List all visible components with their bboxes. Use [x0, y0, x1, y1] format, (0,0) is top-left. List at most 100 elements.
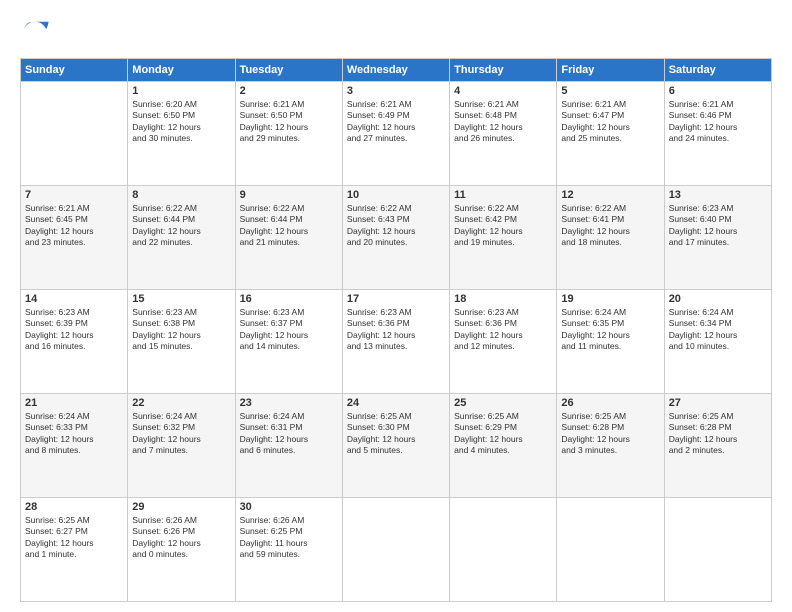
header-friday: Friday	[557, 59, 664, 82]
table-row: 5 Sunrise: 6:21 AMSunset: 6:47 PMDaylight…	[557, 82, 664, 186]
header-monday: Monday	[128, 59, 235, 82]
table-row: 1 Sunrise: 6:20 AMSunset: 6:50 PMDaylight…	[128, 82, 235, 186]
cell-info: Sunrise: 6:24 AMSunset: 6:33 PMDaylight:…	[25, 411, 123, 457]
logo-icon	[20, 18, 50, 48]
header-wednesday: Wednesday	[342, 59, 449, 82]
day-number: 4	[454, 85, 552, 97]
table-row: 18 Sunrise: 6:23 AMSunset: 6:36 PMDayligh…	[450, 290, 557, 394]
table-row: 4 Sunrise: 6:21 AMSunset: 6:48 PMDaylight…	[450, 82, 557, 186]
day-number: 19	[561, 293, 659, 305]
table-row: 3 Sunrise: 6:21 AMSunset: 6:49 PMDaylight…	[342, 82, 449, 186]
logo	[20, 18, 54, 48]
table-row: 25 Sunrise: 6:25 AMSunset: 6:29 PMDayligh…	[450, 394, 557, 498]
day-number: 21	[25, 397, 123, 409]
cell-info: Sunrise: 6:20 AMSunset: 6:50 PMDaylight:…	[132, 99, 230, 145]
day-number: 11	[454, 189, 552, 201]
table-row	[342, 498, 449, 602]
day-number: 12	[561, 189, 659, 201]
cell-info: Sunrise: 6:21 AMSunset: 6:48 PMDaylight:…	[454, 99, 552, 145]
cell-info: Sunrise: 6:21 AMSunset: 6:46 PMDaylight:…	[669, 99, 767, 145]
table-row: 12 Sunrise: 6:22 AMSunset: 6:41 PMDayligh…	[557, 186, 664, 290]
cell-info: Sunrise: 6:26 AMSunset: 6:26 PMDaylight:…	[132, 515, 230, 561]
cell-info: Sunrise: 6:22 AMSunset: 6:41 PMDaylight:…	[561, 203, 659, 249]
table-row: 21 Sunrise: 6:24 AMSunset: 6:33 PMDayligh…	[21, 394, 128, 498]
day-number: 3	[347, 85, 445, 97]
day-number: 7	[25, 189, 123, 201]
day-number: 30	[240, 501, 338, 513]
header-thursday: Thursday	[450, 59, 557, 82]
table-row: 6 Sunrise: 6:21 AMSunset: 6:46 PMDaylight…	[664, 82, 771, 186]
day-number: 22	[132, 397, 230, 409]
table-row: 26Sunrise: 6:25 AMSunset: 6:28 PMDayligh…	[557, 394, 664, 498]
table-row: 13 Sunrise: 6:23 AMSunset: 6:40 PMDayligh…	[664, 186, 771, 290]
day-number: 5	[561, 85, 659, 97]
day-number: 9	[240, 189, 338, 201]
table-row: 27 Sunrise: 6:25 AMSunset: 6:28 PMDayligh…	[664, 394, 771, 498]
day-number: 28	[25, 501, 123, 513]
cell-info: Sunrise: 6:21 AMSunset: 6:50 PMDaylight:…	[240, 99, 338, 145]
cell-info: Sunrise: 6:26 AMSunset: 6:25 PMDaylight:…	[240, 515, 338, 561]
header-sunday: Sunday	[21, 59, 128, 82]
table-row: 9 Sunrise: 6:22 AMSunset: 6:44 PMDaylight…	[235, 186, 342, 290]
cell-info: Sunrise: 6:21 AMSunset: 6:45 PMDaylight:…	[25, 203, 123, 249]
calendar-table: Sunday Monday Tuesday Wednesday Thursday…	[20, 58, 772, 602]
cell-info: Sunrise: 6:21 AMSunset: 6:47 PMDaylight:…	[561, 99, 659, 145]
table-row	[557, 498, 664, 602]
table-row: 10 Sunrise: 6:22 AMSunset: 6:43 PMDayligh…	[342, 186, 449, 290]
day-number: 16	[240, 293, 338, 305]
table-row	[21, 82, 128, 186]
header-tuesday: Tuesday	[235, 59, 342, 82]
table-row: 28 Sunrise: 6:25 AMSunset: 6:27 PMDayligh…	[21, 498, 128, 602]
day-number: 24	[347, 397, 445, 409]
table-row: 22Sunrise: 6:24 AMSunset: 6:32 PMDayligh…	[128, 394, 235, 498]
cell-info: Sunrise: 6:24 AMSunset: 6:31 PMDaylight:…	[240, 411, 338, 457]
day-number: 29	[132, 501, 230, 513]
day-number: 2	[240, 85, 338, 97]
cell-info: Sunrise: 6:25 AMSunset: 6:30 PMDaylight:…	[347, 411, 445, 457]
day-number: 25	[454, 397, 552, 409]
cell-info: Sunrise: 6:24 AMSunset: 6:35 PMDaylight:…	[561, 307, 659, 353]
table-row: 20Sunrise: 6:24 AMSunset: 6:34 PMDayligh…	[664, 290, 771, 394]
header	[20, 18, 772, 48]
table-row	[450, 498, 557, 602]
cell-info: Sunrise: 6:22 AMSunset: 6:42 PMDaylight:…	[454, 203, 552, 249]
cell-info: Sunrise: 6:22 AMSunset: 6:44 PMDaylight:…	[240, 203, 338, 249]
day-number: 6	[669, 85, 767, 97]
day-number: 20	[669, 293, 767, 305]
cell-info: Sunrise: 6:23 AMSunset: 6:38 PMDaylight:…	[132, 307, 230, 353]
cell-info: Sunrise: 6:23 AMSunset: 6:36 PMDaylight:…	[454, 307, 552, 353]
page: Sunday Monday Tuesday Wednesday Thursday…	[0, 0, 792, 612]
cell-info: Sunrise: 6:25 AMSunset: 6:28 PMDaylight:…	[561, 411, 659, 457]
cell-info: Sunrise: 6:23 AMSunset: 6:39 PMDaylight:…	[25, 307, 123, 353]
cell-info: Sunrise: 6:25 AMSunset: 6:29 PMDaylight:…	[454, 411, 552, 457]
cell-info: Sunrise: 6:21 AMSunset: 6:49 PMDaylight:…	[347, 99, 445, 145]
table-row: 17 Sunrise: 6:23 AMSunset: 6:36 PMDayligh…	[342, 290, 449, 394]
table-row: 23 Sunrise: 6:24 AMSunset: 6:31 PMDayligh…	[235, 394, 342, 498]
day-number: 18	[454, 293, 552, 305]
day-number: 8	[132, 189, 230, 201]
table-row: 14Sunrise: 6:23 AMSunset: 6:39 PMDayligh…	[21, 290, 128, 394]
weekday-header-row: Sunday Monday Tuesday Wednesday Thursday…	[21, 59, 772, 82]
day-number: 17	[347, 293, 445, 305]
cell-info: Sunrise: 6:25 AMSunset: 6:27 PMDaylight:…	[25, 515, 123, 561]
day-number: 10	[347, 189, 445, 201]
cell-info: Sunrise: 6:23 AMSunset: 6:37 PMDaylight:…	[240, 307, 338, 353]
header-saturday: Saturday	[664, 59, 771, 82]
day-number: 15	[132, 293, 230, 305]
cell-info: Sunrise: 6:22 AMSunset: 6:43 PMDaylight:…	[347, 203, 445, 249]
cell-info: Sunrise: 6:23 AMSunset: 6:40 PMDaylight:…	[669, 203, 767, 249]
table-row: 7 Sunrise: 6:21 AMSunset: 6:45 PMDaylight…	[21, 186, 128, 290]
table-row: 24 Sunrise: 6:25 AMSunset: 6:30 PMDayligh…	[342, 394, 449, 498]
table-row: 19 Sunrise: 6:24 AMSunset: 6:35 PMDayligh…	[557, 290, 664, 394]
table-row: 11 Sunrise: 6:22 AMSunset: 6:42 PMDayligh…	[450, 186, 557, 290]
day-number: 13	[669, 189, 767, 201]
cell-info: Sunrise: 6:25 AMSunset: 6:28 PMDaylight:…	[669, 411, 767, 457]
table-row: 16 Sunrise: 6:23 AMSunset: 6:37 PMDayligh…	[235, 290, 342, 394]
table-row: 15 Sunrise: 6:23 AMSunset: 6:38 PMDayligh…	[128, 290, 235, 394]
table-row: 8Sunrise: 6:22 AMSunset: 6:44 PMDaylight…	[128, 186, 235, 290]
day-number: 27	[669, 397, 767, 409]
cell-info: Sunrise: 6:23 AMSunset: 6:36 PMDaylight:…	[347, 307, 445, 353]
table-row: 29 Sunrise: 6:26 AMSunset: 6:26 PMDayligh…	[128, 498, 235, 602]
day-number: 23	[240, 397, 338, 409]
day-number: 1	[132, 85, 230, 97]
